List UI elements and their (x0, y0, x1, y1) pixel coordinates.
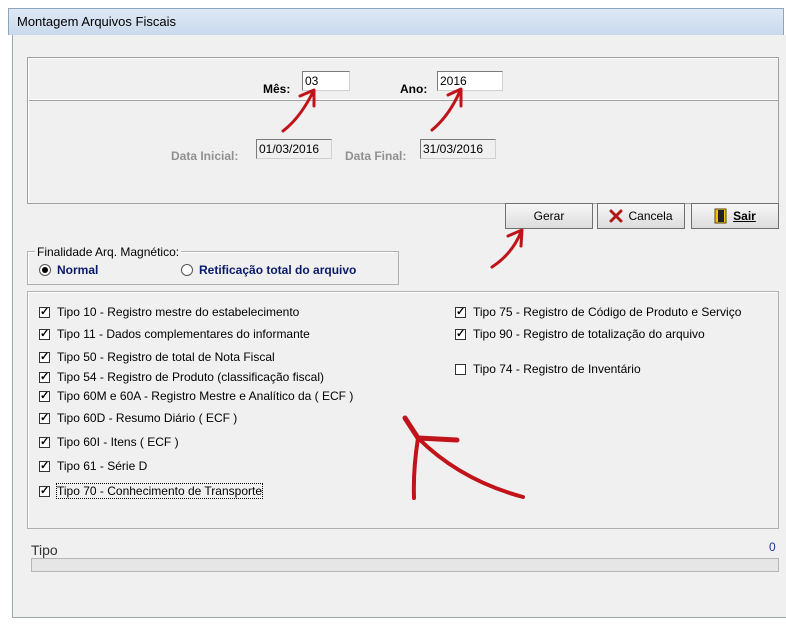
checkbox[interactable] (39, 484, 50, 498)
tipo-checkbox-row[interactable]: Tipo 10 - Registro mestre do estabelecim… (39, 305, 299, 319)
sair-button[interactable]: Sair (691, 203, 779, 229)
checkbox[interactable] (39, 411, 50, 425)
data-final-label: Data Final: (345, 149, 407, 163)
status-count: 0 (769, 540, 776, 554)
tipo-checkbox-row[interactable]: Tipo 54 - Registro de Produto (classific… (39, 370, 324, 384)
radio-retificacao[interactable]: Retificação total do arquivo (181, 263, 356, 277)
tipo-label: Tipo 61 - Série D (57, 459, 148, 473)
mes-input[interactable]: 03 (302, 71, 350, 91)
tipo-label: Tipo 60M e 60A - Registro Mestre e Analí… (57, 389, 354, 403)
data-final-field: 31/03/2016 (420, 139, 496, 159)
checkbox[interactable] (39, 350, 50, 364)
cancel-x-icon (609, 209, 623, 223)
tipo-label: Tipo 90 - Registro de totalização do arq… (473, 327, 705, 341)
tipo-checkbox-row[interactable]: Tipo 60I - Itens ( ECF ) (39, 435, 179, 449)
tipo-label: Tipo 75 - Registro de Código de Produto … (473, 305, 742, 319)
finalidade-legend: Finalidade Arq. Magnético: (35, 245, 182, 259)
tipo-label: Tipo 60I - Itens ( ECF ) (57, 435, 179, 449)
tipo-label: Tipo 50 - Registro de total de Nota Fisc… (57, 350, 275, 364)
data-inicial-field: 01/03/2016 (256, 139, 332, 159)
tipo-label: Tipo 70 - Conhecimento de Transporte (55, 483, 264, 499)
window-client-area: Mês: 03 Ano: 2016 Data Inicial: 01/03/20… (12, 35, 786, 618)
radio-normal[interactable]: Normal (39, 263, 98, 277)
tipo-label: Tipo 10 - Registro mestre do estabelecim… (57, 305, 300, 319)
title-bar: Montagem Arquivos Fiscais (8, 8, 784, 35)
sair-label: Sair (733, 209, 756, 223)
checkbox[interactable] (39, 389, 50, 403)
tipo-checkbox-row[interactable]: Tipo 60M e 60A - Registro Mestre e Analí… (39, 389, 353, 403)
progress-bar (31, 558, 779, 572)
ano-input[interactable]: 2016 (437, 71, 503, 91)
tipo-checkbox-row[interactable]: Tipo 90 - Registro de totalização do arq… (455, 327, 705, 341)
radio-retificacao-label: Retificação total do arquivo (199, 263, 357, 277)
tipo-checkbox-row[interactable]: Tipo 61 - Série D (39, 459, 147, 473)
tipo-checkbox-row[interactable]: Tipo 70 - Conhecimento de Transporte (39, 483, 264, 499)
checkbox[interactable] (39, 327, 50, 341)
radio-normal-dot (39, 264, 51, 276)
checkbox[interactable] (455, 363, 466, 375)
mes-label: Mês: (263, 82, 291, 96)
radio-retificacao-dot (181, 264, 193, 276)
cancela-button[interactable]: Cancela (597, 203, 685, 229)
tipo-label: Tipo 54 - Registro de Produto (classific… (57, 370, 324, 384)
tipo-label: Tipo 74 - Registro de Inventário (473, 362, 641, 376)
tipo-checkbox-row[interactable]: Tipo 74 - Registro de Inventário (455, 362, 641, 376)
tipo-label: Tipo 60D - Resumo Diário ( ECF ) (57, 411, 238, 425)
status-tipo-label: Tipo (31, 542, 58, 558)
checkbox[interactable] (455, 327, 466, 341)
checkbox[interactable] (39, 370, 50, 384)
app-window: Montagem Arquivos Fiscais Mês: 03 Ano: 2… (0, 0, 786, 625)
radio-normal-label: Normal (57, 263, 99, 277)
checkbox[interactable] (39, 305, 50, 319)
gerar-button[interactable]: Gerar (505, 203, 593, 229)
data-inicial-label: Data Inicial: (171, 149, 239, 163)
checkbox[interactable] (39, 459, 50, 473)
checkbox[interactable] (455, 305, 466, 319)
tipo-checkbox-row[interactable]: Tipo 11 - Dados complementares do inform… (39, 327, 310, 341)
tipo-checkbox-row[interactable]: Tipo 60D - Resumo Diário ( ECF ) (39, 411, 237, 425)
gerar-label: Gerar (533, 209, 565, 223)
window-title: Montagem Arquivos Fiscais (17, 14, 176, 29)
tipo-checkbox-row[interactable]: Tipo 50 - Registro de total de Nota Fisc… (39, 350, 275, 364)
exit-door-icon (714, 208, 727, 224)
checkbox[interactable] (39, 435, 50, 449)
ano-label: Ano: (400, 82, 428, 96)
tipo-checkbox-row[interactable]: Tipo 75 - Registro de Código de Produto … (455, 305, 741, 319)
tipo-label: Tipo 11 - Dados complementares do inform… (57, 327, 310, 341)
cancela-label: Cancela (628, 209, 673, 223)
